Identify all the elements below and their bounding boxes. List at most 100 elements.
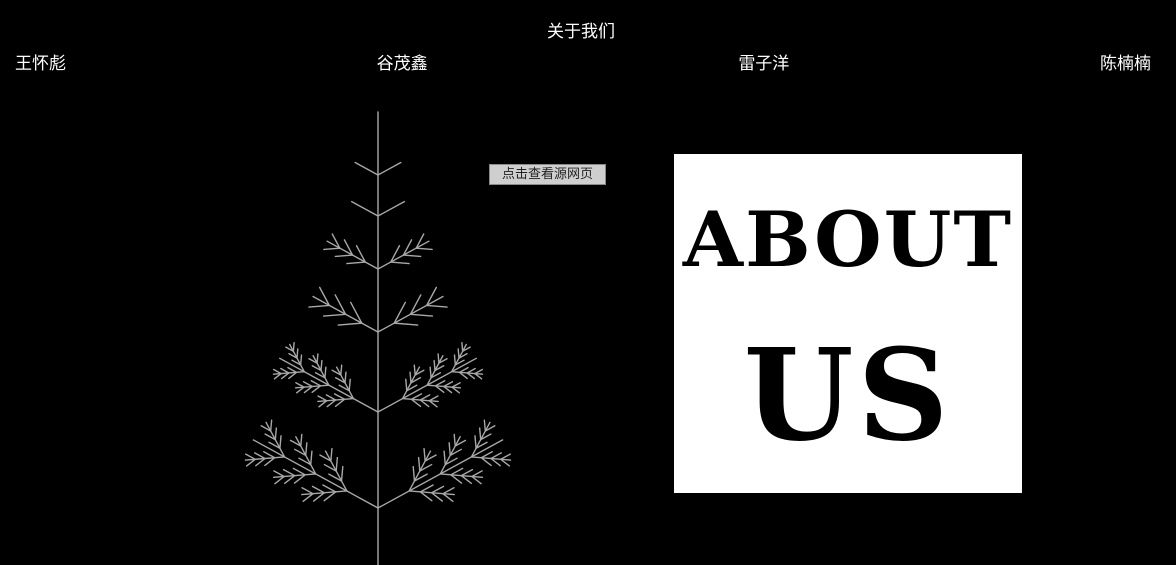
tree-branch xyxy=(402,254,422,258)
tree-branch xyxy=(438,357,448,364)
tree-branch xyxy=(415,247,433,251)
tree-branch xyxy=(289,439,302,447)
view-source-button[interactable]: 点击查看源网页 xyxy=(489,164,606,185)
tree-branch xyxy=(426,286,438,307)
tree-branch xyxy=(282,468,296,477)
tree-branch xyxy=(419,399,430,408)
tree-branch xyxy=(308,357,318,364)
about-image-text: ABOUT xyxy=(682,195,1014,284)
tree-branch xyxy=(287,366,298,374)
tree-branch xyxy=(460,468,474,477)
tree-branch xyxy=(333,393,346,400)
tree-branch xyxy=(454,359,465,366)
tree-branch xyxy=(405,378,408,392)
tree-branch xyxy=(409,294,422,315)
tree-branch xyxy=(409,313,434,317)
tree-branch xyxy=(474,435,477,449)
tree-branch xyxy=(331,369,342,376)
tree-branch xyxy=(426,355,444,386)
page-title: 关于我们 xyxy=(547,22,615,42)
tree-branch xyxy=(274,427,278,441)
tree-branch xyxy=(254,452,266,460)
tree-branch xyxy=(279,435,282,449)
tree-branch xyxy=(326,240,379,270)
tree-branch xyxy=(377,439,504,509)
tree-branch xyxy=(377,240,430,270)
tree-branch xyxy=(500,453,511,460)
tree-branch xyxy=(310,450,313,466)
tree-branch xyxy=(280,367,290,374)
tree-branch xyxy=(252,439,379,509)
tree-branch xyxy=(337,322,363,326)
tree-branch xyxy=(457,348,460,359)
tree-branch xyxy=(255,457,266,467)
tree-branch xyxy=(350,200,379,217)
tree-branch xyxy=(348,378,351,392)
tree-branch xyxy=(490,452,502,460)
tree-branch xyxy=(471,475,482,485)
tree-branch xyxy=(377,357,477,413)
tree-branch xyxy=(458,371,468,380)
tree-branch xyxy=(311,365,322,372)
tree-branch xyxy=(344,371,347,384)
tree-branch xyxy=(434,380,446,387)
tree-branch xyxy=(335,456,339,472)
tree-branch xyxy=(312,295,379,333)
tree-branch xyxy=(293,474,306,484)
tree-branch xyxy=(419,491,433,502)
tree-branch xyxy=(264,457,276,467)
tree-branch xyxy=(450,474,463,484)
tree-branch xyxy=(291,359,302,366)
tree-branch xyxy=(298,457,312,466)
tree-branch xyxy=(316,353,319,364)
tree-branch xyxy=(419,394,431,401)
fractal-tree xyxy=(244,111,512,565)
tree-branch xyxy=(322,313,347,317)
tree-branch xyxy=(439,473,484,479)
tree-branch xyxy=(458,352,468,359)
tree-branch xyxy=(439,436,461,475)
tree-branch xyxy=(269,419,273,432)
tree-branch xyxy=(280,372,290,380)
tree-branch xyxy=(443,381,454,388)
tree-branch xyxy=(426,304,448,308)
tree-branch xyxy=(449,448,462,457)
tree-branch xyxy=(393,301,407,324)
tree-branch xyxy=(265,421,286,458)
tree-branch xyxy=(410,377,422,384)
tree-branch xyxy=(295,386,305,394)
tree-branch xyxy=(328,473,343,482)
tree-branch xyxy=(289,343,305,373)
tree-branch xyxy=(406,384,418,392)
tree-branch xyxy=(428,400,438,408)
tree-branch xyxy=(461,346,471,352)
tree-branch xyxy=(326,399,337,408)
tree-branch xyxy=(474,368,484,375)
tree-branch xyxy=(264,433,276,441)
tree-branch xyxy=(454,439,467,447)
tree-branch xyxy=(471,470,483,478)
tree-branch xyxy=(390,261,410,265)
tree-branch xyxy=(317,397,355,403)
tree-branch xyxy=(354,161,379,176)
tree-branch xyxy=(419,484,434,493)
tree-branch xyxy=(355,245,366,263)
tree-branch xyxy=(272,371,305,375)
team-member-name: 陈楠楠 xyxy=(1099,54,1151,74)
tree-branch xyxy=(390,245,401,263)
tree-branch xyxy=(426,384,462,389)
tree-branch xyxy=(393,322,419,326)
tree-branch xyxy=(299,354,303,366)
tree-branch xyxy=(451,386,461,394)
tree-branch xyxy=(311,485,325,494)
tree-branch xyxy=(410,393,423,400)
tree-branch xyxy=(323,463,337,472)
tree-branch xyxy=(303,385,313,394)
tree-branch xyxy=(288,352,298,359)
tree-branch xyxy=(292,342,295,352)
tree-branch xyxy=(301,490,348,496)
tree-branch xyxy=(448,442,451,457)
tree-branch xyxy=(413,364,416,376)
tree-branch xyxy=(311,385,322,394)
tree-branch xyxy=(461,342,464,352)
